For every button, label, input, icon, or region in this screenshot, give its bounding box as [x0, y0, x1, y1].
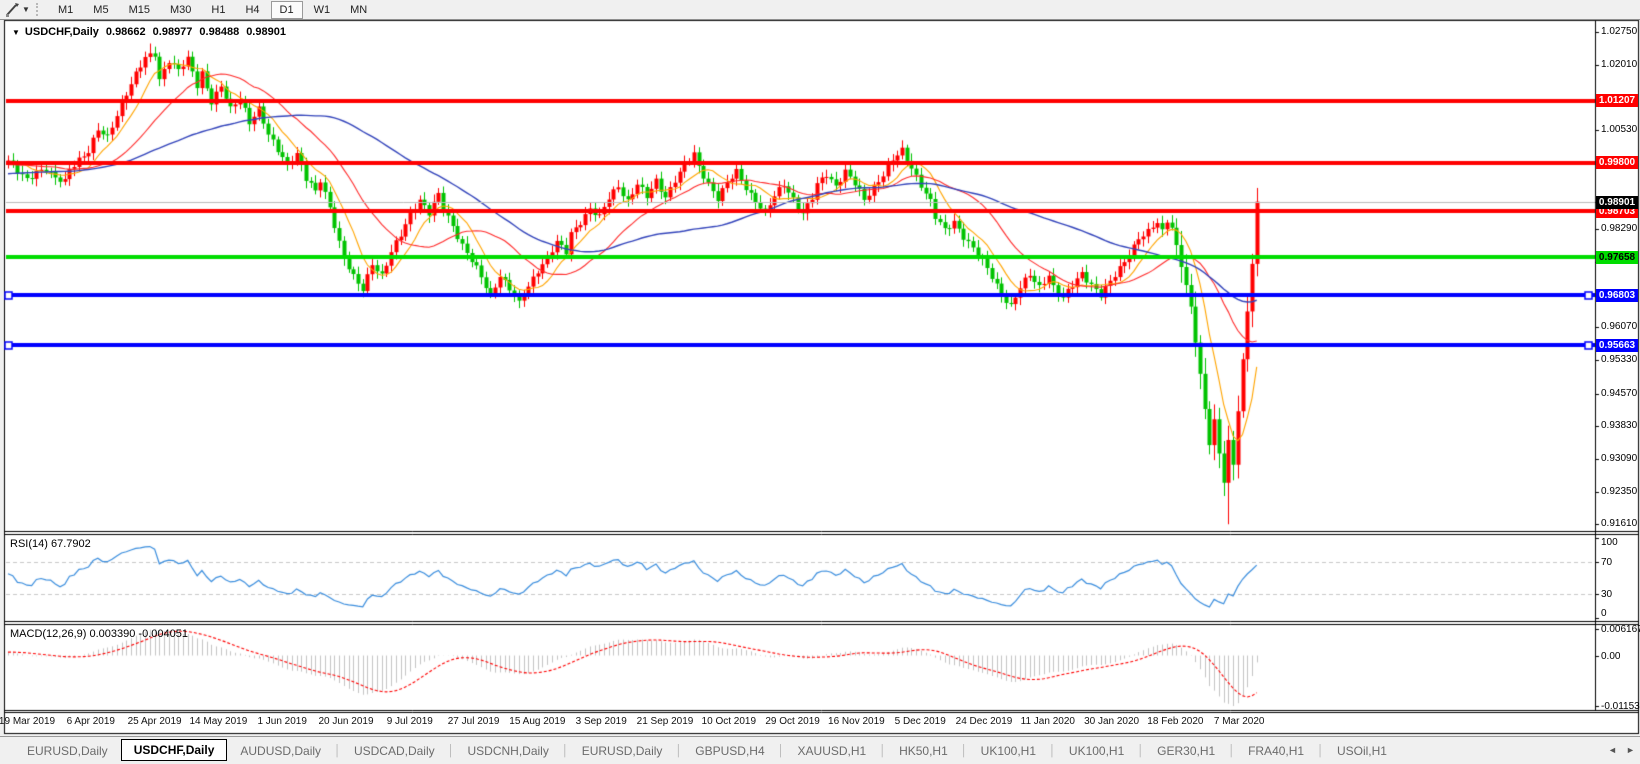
tab-separator: │ — [1137, 745, 1144, 757]
date-axis-label: 16 Nov 2019 — [828, 716, 885, 727]
date-axis-label: 14 May 2019 — [189, 716, 247, 727]
macd-axis-tick: 0.006167 — [1601, 624, 1640, 635]
date-axis-label: 30 Jan 2020 — [1084, 716, 1139, 727]
chart-plot[interactable] — [0, 0, 1640, 764]
chart-tab-usdcnh-daily[interactable]: USDCNH,Daily — [455, 741, 562, 761]
chart-symbol-label: USDCHF,Daily — [25, 26, 99, 38]
level-price-badge: 1.01207 — [1596, 94, 1638, 107]
tab-separator: │ — [1228, 745, 1235, 757]
timeframe-buttons: M1M5M15M30H1H4D1W1MN — [48, 1, 377, 19]
price-axis-tick: 0.94570 — [1601, 388, 1637, 399]
caret-down-icon[interactable]: ▼ — [22, 5, 32, 14]
level-price-badge: 0.96803 — [1596, 289, 1638, 302]
date-axis-label: 19 Mar 2019 — [0, 716, 55, 727]
timeframe-button-m15[interactable]: M15 — [120, 1, 159, 19]
tab-separator: │ — [448, 745, 455, 757]
chart-tab-eurusd-daily[interactable]: EURUSD,Daily — [14, 741, 121, 761]
timeframe-button-m30[interactable]: M30 — [161, 1, 200, 19]
ohlc-close: 0.98901 — [246, 26, 286, 38]
chart-title: ▼ USDCHF,Daily 0.98662 0.98977 0.98488 0.9890… — [12, 26, 286, 38]
chart-tab-gbpusd-h4[interactable]: GBPUSD,H4 — [682, 741, 777, 761]
date-axis-label: 25 Apr 2019 — [128, 716, 182, 727]
rsi-axis-tick: 70 — [1601, 557, 1612, 568]
chart-tab-audusd-daily[interactable]: AUDUSD,Daily — [227, 741, 334, 761]
price-axis-tick: 1.00530 — [1601, 124, 1637, 135]
tab-separator: │ — [675, 745, 682, 757]
macd-axis-tick: 0.00 — [1601, 651, 1620, 662]
chart-tab-uk100-h1[interactable]: UK100,H1 — [968, 741, 1049, 761]
timeframe-toolbar: ▼ M1M5M15M30H1H4D1W1MN — [0, 0, 1640, 20]
chart-tab-bar: EURUSD,DailyUSDCHF,DailyAUDUSD,Daily│USD… — [0, 736, 1640, 764]
tab-separator: │ — [778, 745, 785, 757]
price-axis-tick: 0.93090 — [1601, 453, 1637, 464]
level-price-badge: 0.97658 — [1596, 251, 1638, 264]
timeframe-button-mn[interactable]: MN — [341, 1, 376, 19]
chart-tab-usdcad-daily[interactable]: USDCAD,Daily — [341, 741, 448, 761]
level-price-badge: 0.99800 — [1596, 156, 1638, 169]
price-axis-tick: 0.95330 — [1601, 354, 1637, 365]
date-axis-label: 18 Feb 2020 — [1147, 716, 1203, 727]
tab-separator: │ — [562, 745, 569, 757]
date-axis-label: 1 Jun 2019 — [257, 716, 307, 727]
date-axis-label: 9 Jul 2019 — [387, 716, 433, 727]
date-axis-label: 21 Sep 2019 — [637, 716, 694, 727]
ohlc-high: 0.98977 — [153, 26, 193, 38]
rsi-axis-tick: 30 — [1601, 589, 1612, 600]
crosshair-pen-icon[interactable] — [2, 2, 22, 18]
rsi-axis-tick: 0 — [1601, 608, 1607, 619]
tab-separator: │ — [334, 745, 341, 757]
date-axis-label: 15 Aug 2019 — [509, 716, 565, 727]
timeframe-button-m5[interactable]: M5 — [84, 1, 117, 19]
chart-tab-usdchf-daily[interactable]: USDCHF,Daily — [121, 739, 228, 761]
price-axis-tick: 1.02010 — [1601, 59, 1637, 70]
price-axis-tick: 0.92350 — [1601, 486, 1637, 497]
date-axis-label: 11 Jan 2020 — [1021, 716, 1075, 727]
caret-down-icon[interactable]: ▼ — [12, 28, 20, 37]
price-axis-tick: 0.93830 — [1601, 420, 1637, 431]
level-price-badge: 0.95663 — [1596, 339, 1638, 352]
macd-label: MACD(12,26,9) 0.003390 -0.004051 — [10, 628, 188, 640]
current-price-badge: 0.98901 — [1596, 196, 1638, 209]
ohlc-open: 0.98662 — [106, 26, 146, 38]
date-axis-label: 6 Apr 2019 — [67, 716, 115, 727]
price-axis-tick: 1.02750 — [1601, 26, 1637, 37]
chart-tabs: EURUSD,DailyUSDCHF,DailyAUDUSD,Daily│USD… — [14, 741, 1400, 761]
date-axis-label: 20 Jun 2019 — [318, 716, 373, 727]
chart-tab-xauusd-h1[interactable]: XAUUSD,H1 — [785, 741, 880, 761]
chart-tab-uk100-h1[interactable]: UK100,H1 — [1056, 741, 1137, 761]
tab-separator: │ — [961, 745, 968, 757]
tab-scroll-left-button[interactable]: ◄ — [1608, 745, 1617, 755]
price-axis-tick: 0.98290 — [1601, 223, 1637, 234]
chart-tab-usoil-h1[interactable]: USOil,H1 — [1324, 741, 1400, 761]
timeframe-button-m1[interactable]: M1 — [49, 1, 82, 19]
timeframe-button-d1[interactable]: D1 — [271, 1, 303, 19]
rsi-axis-tick: 100 — [1601, 537, 1618, 548]
macd-axis-tick: -0.011531 — [1601, 701, 1640, 712]
timeframe-button-w1[interactable]: W1 — [305, 1, 340, 19]
date-axis-label: 7 Mar 2020 — [1214, 716, 1265, 727]
date-axis-label: 27 Jul 2019 — [448, 716, 500, 727]
chart-tab-hk50-h1[interactable]: HK50,H1 — [886, 741, 961, 761]
date-axis-label: 5 Dec 2019 — [895, 716, 946, 727]
chart-tab-fra40-h1[interactable]: FRA40,H1 — [1235, 741, 1317, 761]
chart-tab-ger30-h1[interactable]: GER30,H1 — [1144, 741, 1228, 761]
tab-scroll-right-button[interactable]: ► — [1626, 745, 1635, 755]
timeframe-button-h1[interactable]: H1 — [202, 1, 234, 19]
chart-tab-eurusd-daily[interactable]: EURUSD,Daily — [569, 741, 676, 761]
timeframe-button-h4[interactable]: H4 — [236, 1, 268, 19]
price-axis-tick: 0.96070 — [1601, 321, 1637, 332]
date-axis-label: 24 Dec 2019 — [956, 716, 1013, 727]
rsi-label: RSI(14) 67.7902 — [10, 538, 91, 550]
date-axis-label: 10 Oct 2019 — [702, 716, 756, 727]
date-axis-label: 29 Oct 2019 — [765, 716, 819, 727]
price-axis-tick: 0.91610 — [1601, 518, 1637, 529]
ohlc-low: 0.98488 — [199, 26, 239, 38]
toolbar-grip — [36, 3, 42, 16]
tab-separator: │ — [1049, 745, 1056, 757]
tab-separator: │ — [1317, 745, 1324, 757]
tab-separator: │ — [879, 745, 886, 757]
date-axis-label: 3 Sep 2019 — [576, 716, 627, 727]
mt4-terminal: ▼ M1M5M15M30H1H4D1W1MN ▼ USDCHF,Daily 0.98… — [0, 0, 1640, 764]
